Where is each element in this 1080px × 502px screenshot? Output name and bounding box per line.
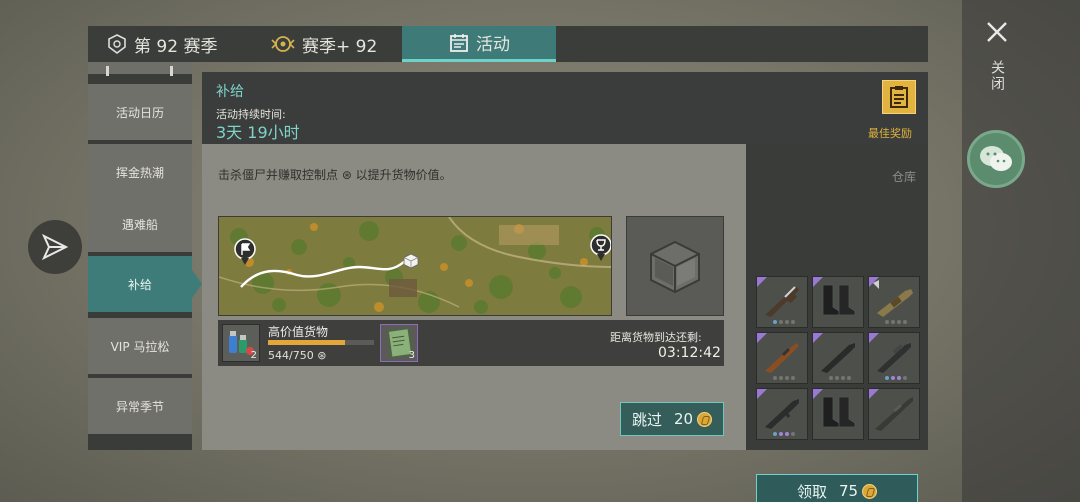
season-plus-badge-icon bbox=[270, 32, 296, 56]
sidebar-item-label: 挥金热潮 bbox=[115, 165, 164, 180]
tab-season-label: 第 92 赛季 bbox=[134, 36, 218, 57]
sidebar-item-vip-marathon[interactable]: VIP 马拉松 bbox=[88, 318, 192, 374]
assault-rifle-black-icon bbox=[821, 343, 855, 373]
claim-button-label: 领取 bbox=[796, 482, 827, 501]
calendar-icon bbox=[448, 32, 470, 54]
assault-rifle-tactical-icon bbox=[765, 399, 799, 429]
best-reward-button[interactable] bbox=[882, 80, 916, 114]
assault-rifle-ak-icon bbox=[765, 286, 799, 317]
warehouse-panel: 仓库 领取 75 bbox=[746, 144, 928, 502]
gold-coin-icon bbox=[697, 411, 713, 427]
supply-crate-preview bbox=[626, 216, 724, 316]
claim-cost: 75 bbox=[838, 482, 859, 500]
duration-value: 3天 19小时 bbox=[216, 123, 300, 142]
cargo-progress-fill bbox=[268, 340, 345, 345]
sidebar-item-event-calendar[interactable]: 活动日历 bbox=[88, 84, 192, 140]
sidebar-item-label: 补给 bbox=[127, 277, 152, 292]
event-header: 补给 活动持续时间: 3天 19小时 最佳奖励 bbox=[202, 72, 928, 144]
warehouse-item-slot[interactable] bbox=[868, 332, 920, 384]
cargo-progress-bar bbox=[268, 340, 374, 345]
paper-plane-icon bbox=[41, 233, 69, 261]
arrival-countdown-time: 03:12:42 bbox=[658, 345, 721, 361]
sidebar-item-supply[interactable]: 补给 bbox=[88, 256, 202, 312]
tab-season-plus[interactable]: 赛季+ 92 bbox=[270, 26, 377, 62]
notebook-count: 3 bbox=[408, 350, 415, 361]
skip-cost: 20 bbox=[673, 410, 694, 428]
tab-season-plus-label: 赛季+ 92 bbox=[302, 36, 378, 57]
best-reward-label: 最佳奖励 bbox=[868, 127, 912, 140]
start-flag-marker-icon bbox=[233, 237, 257, 271]
close-label: 关闭 bbox=[989, 60, 1005, 92]
cargo-item-count: 2 bbox=[250, 350, 257, 361]
event-description: 击杀僵尸并赚取控制点 ⊛ 以提升货物价值。 bbox=[218, 168, 452, 182]
wechat-icon bbox=[980, 146, 1012, 171]
warehouse-item-slot[interactable] bbox=[812, 276, 864, 328]
sidebar-item-label: VIP 马拉松 bbox=[110, 339, 170, 354]
cargo-box-marker-icon bbox=[403, 253, 419, 273]
sniper-rifle-icon bbox=[875, 397, 913, 431]
cargo-name: 高价值货物 bbox=[268, 325, 329, 339]
destination-goblet-marker-icon bbox=[589, 233, 611, 267]
skip-button-label: 跳过 bbox=[631, 410, 662, 429]
cargo-status-bar: 2 高价值货物 544/750 ⊛ 3 距离货物到达还剩: 03:12:42 bbox=[218, 320, 724, 366]
clipboard-list-icon bbox=[890, 86, 908, 108]
close-button[interactable] bbox=[980, 18, 1014, 52]
notebook-item-slot[interactable]: 3 bbox=[380, 324, 418, 362]
arrival-countdown-label: 距离货物到达还剩: bbox=[610, 331, 702, 344]
wechat-share-button[interactable] bbox=[967, 130, 1025, 188]
main-panel: 补给 活动持续时间: 3天 19小时 最佳奖励 击杀僵尸并赚取控制点 ⊛ 以提升… bbox=[202, 72, 928, 502]
right-strip bbox=[962, 0, 1080, 502]
sidebar-item-shipwreck[interactable]: 遇难船 bbox=[88, 196, 192, 252]
warehouse-item-slot[interactable] bbox=[868, 388, 920, 440]
warehouse-item-slot[interactable] bbox=[756, 332, 808, 384]
supply-crate-icon bbox=[650, 240, 700, 294]
sidebar-item-abnormal-season[interactable]: 异常季节 bbox=[88, 378, 192, 434]
send-button[interactable] bbox=[28, 220, 82, 274]
combat-boots-icon bbox=[822, 284, 856, 316]
sidebar-item-label: 异常季节 bbox=[115, 399, 164, 414]
warehouse-item-slot[interactable] bbox=[756, 388, 808, 440]
tab-season[interactable]: 第 92 赛季 bbox=[106, 26, 217, 62]
supply-route-map bbox=[218, 216, 612, 316]
grenade-launcher-icon bbox=[873, 280, 913, 317]
sidebar-item-gold-rush[interactable]: 挥金热潮 bbox=[88, 144, 192, 200]
season-badge-icon bbox=[106, 33, 128, 55]
warehouse-item-slot[interactable] bbox=[812, 332, 864, 384]
combat-boots-icon bbox=[822, 396, 856, 428]
gold-coin-icon bbox=[862, 483, 878, 499]
warehouse-label: 仓库 bbox=[891, 170, 916, 184]
sidebar-scroll-hint bbox=[88, 62, 192, 80]
sidebar-item-label: 活动日历 bbox=[115, 105, 164, 120]
page-title: 补给 bbox=[216, 84, 244, 100]
assault-rifle-wood-icon bbox=[765, 343, 799, 373]
claim-button[interactable]: 领取 75 bbox=[756, 474, 918, 502]
skip-button[interactable]: 跳过 20 bbox=[620, 402, 724, 436]
warehouse-item-slot[interactable] bbox=[812, 388, 864, 440]
close-icon bbox=[987, 22, 1007, 42]
sidebar: 活动日历 挥金热潮 遇难船 补给 VIP 马拉松 异常季节 bbox=[88, 62, 202, 450]
warehouse-item-slot[interactable] bbox=[868, 276, 920, 328]
sidebar-item-label: 遇难船 bbox=[121, 217, 158, 232]
tab-activity-label: 活动 bbox=[476, 35, 510, 55]
tab-activity[interactable]: 活动 bbox=[402, 26, 556, 62]
assault-rifle-scope-icon bbox=[877, 343, 911, 373]
cargo-progress-text: 544/750 ⊛ bbox=[268, 349, 327, 362]
cargo-item-slot[interactable]: 2 bbox=[222, 324, 260, 362]
tab-bar: 第 92 赛季 赛季+ 92 活动 bbox=[88, 26, 928, 62]
warehouse-item-slot[interactable] bbox=[756, 276, 808, 328]
